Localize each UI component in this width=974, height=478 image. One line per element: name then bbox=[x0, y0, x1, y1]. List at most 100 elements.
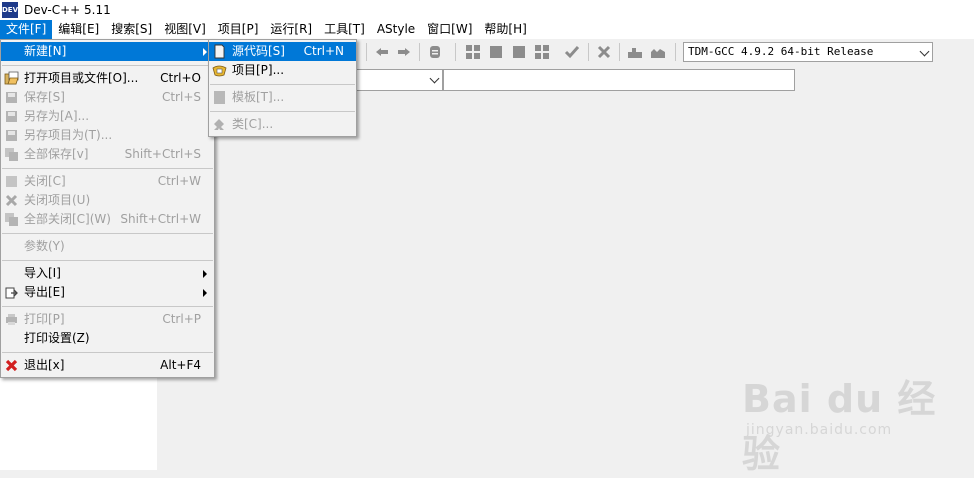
menu-item-parameters[interactable]: 参数(Y) bbox=[1, 237, 214, 256]
exit-icon bbox=[5, 359, 18, 372]
save-project-icon bbox=[6, 130, 17, 141]
compiler-select[interactable]: TDM-GCC 4.9.2 64-bit Release bbox=[683, 42, 933, 62]
menu-edit[interactable]: 编辑[E] bbox=[52, 20, 105, 39]
indent-icon[interactable] bbox=[374, 44, 390, 60]
menu-item-label: 类[C]... bbox=[232, 117, 274, 131]
menu-item-save-all[interactable]: 全部保存[v] Shift+Ctrl+S bbox=[1, 145, 214, 164]
profile-icon[interactable] bbox=[627, 44, 643, 60]
delete-profile-icon[interactable] bbox=[650, 44, 666, 60]
toolbar-separator bbox=[619, 43, 620, 61]
toolbar-separator bbox=[675, 43, 676, 61]
menu-item-new-source[interactable]: 源代码[S] Ctrl+N bbox=[209, 42, 356, 61]
menu-item-shortcut: Ctrl+N bbox=[303, 44, 344, 58]
menu-item-new-project[interactable]: 项目[P]... bbox=[209, 61, 356, 80]
run-icon[interactable] bbox=[488, 44, 504, 60]
export-icon bbox=[5, 287, 18, 299]
menu-item-label: 打印设置(Z) bbox=[24, 331, 90, 345]
new-submenu: 源代码[S] Ctrl+N 项目[P]... 模板[T]... 类[C]... bbox=[208, 39, 357, 137]
compile-run-icon[interactable] bbox=[511, 44, 527, 60]
rebuild-all-icon[interactable] bbox=[534, 44, 550, 60]
menu-item-save-project-as[interactable]: 另存项目为(T)... bbox=[1, 126, 214, 145]
menu-item-label: 保存[S] bbox=[24, 90, 65, 104]
menu-astyle[interactable]: AStyle bbox=[371, 20, 421, 39]
close-file-icon bbox=[6, 176, 17, 187]
chevron-down-icon bbox=[919, 46, 930, 57]
compiler-select-value: TDM-GCC 4.9.2 64-bit Release bbox=[688, 45, 874, 58]
window-title: Dev-C++ 5.11 bbox=[24, 3, 111, 17]
menu-item-label: 关闭项目(U) bbox=[24, 193, 91, 207]
compile-icon[interactable] bbox=[465, 44, 481, 60]
print-icon bbox=[6, 314, 17, 325]
menu-item-label: 项目[P]... bbox=[232, 63, 285, 77]
syntax-check-icon[interactable] bbox=[564, 44, 580, 60]
menu-separator bbox=[210, 84, 355, 85]
submenu-arrow-icon bbox=[203, 289, 207, 297]
menu-item-open[interactable]: 打开项目或文件[O]... Ctrl+O bbox=[1, 69, 214, 88]
menu-item-label: 另存为[A]... bbox=[24, 109, 90, 123]
menu-item-shortcut: Alt+F4 bbox=[160, 358, 201, 372]
unindent-icon[interactable] bbox=[396, 44, 412, 60]
menu-file[interactable]: 文件[F] bbox=[0, 20, 53, 39]
toolbar-separator bbox=[455, 43, 456, 61]
menu-run[interactable]: 运行[R] bbox=[264, 20, 318, 39]
toggle-comment-icon[interactable] bbox=[427, 44, 443, 60]
menu-item-exit[interactable]: 退出[x] Alt+F4 bbox=[1, 356, 214, 375]
menu-item-label: 全部保存[v] bbox=[24, 147, 89, 161]
menu-tools[interactable]: 工具[T] bbox=[318, 20, 371, 39]
menu-item-label: 打印[P] bbox=[24, 312, 65, 326]
toolbar-separator bbox=[588, 43, 589, 61]
menu-item-close-project[interactable]: 关闭项目(U) bbox=[1, 191, 214, 210]
menu-item-save[interactable]: 保存[S] Ctrl+S bbox=[1, 88, 214, 107]
menu-item-save-as[interactable]: 另存为[A]... bbox=[1, 107, 214, 126]
submenu-arrow-icon bbox=[203, 48, 207, 56]
menu-item-label: 源代码[S] bbox=[232, 44, 285, 58]
menu-item-label: 新建[N] bbox=[24, 44, 67, 58]
menu-separator bbox=[210, 111, 355, 112]
source-file-icon bbox=[214, 44, 225, 59]
menu-item-close[interactable]: 关闭[C] Ctrl+W bbox=[1, 172, 214, 191]
menu-item-shortcut: Ctrl+P bbox=[162, 312, 201, 326]
menu-item-close-all[interactable]: 全部关闭[C](W) Shift+Ctrl+W bbox=[1, 210, 214, 229]
project-icon bbox=[212, 65, 227, 77]
menu-item-new[interactable]: 新建[N] bbox=[1, 42, 214, 61]
chevron-down-icon bbox=[429, 73, 440, 84]
stop-execution-icon[interactable] bbox=[596, 44, 612, 60]
menu-bar: 文件[F] 编辑[E] 搜索[S] 视图[V] 项目[P] 运行[R] 工具[T… bbox=[0, 20, 974, 39]
app-icon: DEV bbox=[2, 2, 18, 18]
title-bar: DEV Dev-C++ 5.11 bbox=[0, 0, 974, 20]
menu-item-label: 全部关闭[C](W) bbox=[24, 212, 111, 226]
menu-item-label: 导出[E] bbox=[24, 285, 65, 299]
close-all-icon bbox=[5, 213, 18, 226]
toolbar-separator bbox=[419, 43, 420, 61]
menu-item-shortcut: Shift+Ctrl+S bbox=[124, 147, 201, 161]
menu-item-print[interactable]: 打印[P] Ctrl+P bbox=[1, 310, 214, 329]
menu-item-export[interactable]: 导出[E] bbox=[1, 283, 214, 302]
menu-help[interactable]: 帮助[H] bbox=[478, 20, 532, 39]
menu-item-shortcut: Ctrl+W bbox=[157, 174, 201, 188]
menu-item-new-class[interactable]: 类[C]... bbox=[209, 115, 356, 134]
menu-item-label: 模板[T]... bbox=[232, 90, 285, 104]
template-icon bbox=[214, 91, 225, 104]
class-icon bbox=[214, 119, 224, 130]
menu-search[interactable]: 搜索[S] bbox=[105, 20, 158, 39]
menu-separator bbox=[2, 233, 213, 234]
baidu-watermark: Bai du 经验 jingyan.baidu.com bbox=[742, 368, 962, 476]
menu-item-label: 另存项目为(T)... bbox=[24, 128, 113, 142]
menu-item-print-setup[interactable]: 打印设置(Z) bbox=[1, 329, 214, 348]
save-icon bbox=[6, 92, 17, 103]
menu-item-new-template[interactable]: 模板[T]... bbox=[209, 88, 356, 107]
menu-item-label: 关闭[C] bbox=[24, 174, 66, 188]
menu-item-shortcut: Ctrl+S bbox=[161, 90, 201, 104]
menu-item-shortcut: Ctrl+O bbox=[160, 71, 201, 85]
toolbar-separator bbox=[366, 43, 367, 61]
menu-item-shortcut: Shift+Ctrl+W bbox=[120, 212, 201, 226]
member-select[interactable] bbox=[443, 69, 795, 91]
menu-separator bbox=[2, 306, 213, 307]
menu-view[interactable]: 视图[V] bbox=[158, 20, 212, 39]
watermark-url: jingyan.baidu.com bbox=[746, 422, 893, 438]
menu-item-import[interactable]: 导入[I] bbox=[1, 264, 214, 283]
menu-project[interactable]: 项目[P] bbox=[212, 20, 265, 39]
menu-separator bbox=[2, 260, 213, 261]
menu-window[interactable]: 窗口[W] bbox=[421, 20, 478, 39]
menu-item-label: 导入[I] bbox=[24, 266, 61, 280]
